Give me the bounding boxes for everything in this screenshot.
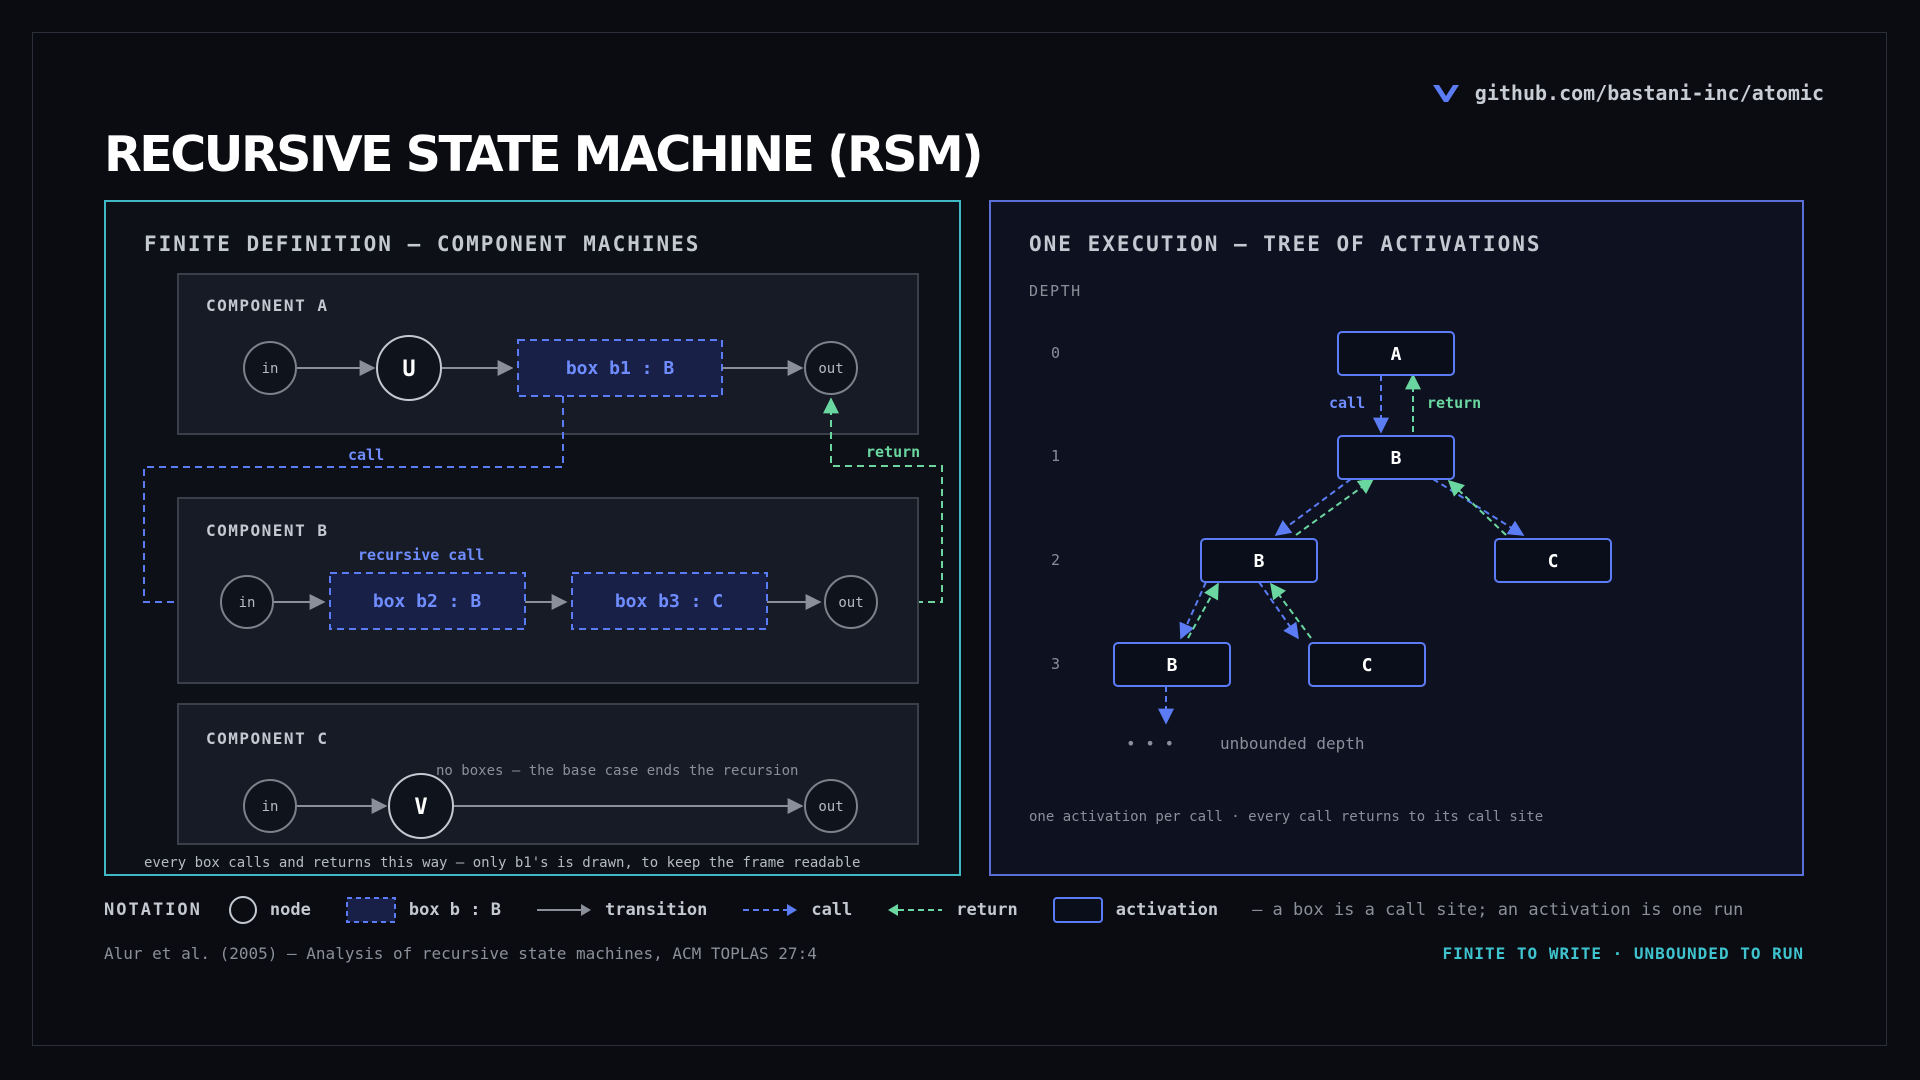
repo-link[interactable]: github.com/bastani-inc/atomic [1431,78,1824,108]
component-b: COMPONENT B recursive call in box b2 : B… [177,497,919,684]
activation-tree-panel: ONE EXECUTION — TREE OF ACTIVATIONS DEPT… [989,200,1804,876]
component-c: COMPONENT C no boxes — the base case end… [177,703,919,845]
component-machines-diagram: COMPONENT A in U box b1 : B out call ret… [143,273,943,871]
node-v-label: V [414,795,427,820]
depth-1: 1 [1051,447,1060,465]
repo-url: github.com/bastani-inc/atomic [1474,81,1824,105]
activation-tree-diagram: DEPTH 0 1 2 3 call return A B B C B C • … [1029,282,1612,825]
notation-legend: NOTATION node box b : B transition call … [104,893,1804,927]
activation-c-depth2: C [1494,538,1612,583]
return-label: return [866,443,920,461]
svg-text:C: C [1548,551,1559,572]
node-legend-icon [228,896,257,924]
component-c-label: COMPONENT C [206,729,328,748]
depth-label: DEPTH [1029,282,1082,300]
call-legend-icon [743,904,798,916]
depth-3: 3 [1051,655,1060,673]
node-c-out-label: out [818,799,843,815]
component-b-label: COMPONENT B [206,521,328,540]
activation-a: A [1337,331,1455,376]
call-label: call [348,446,384,464]
call-edge-b1-b2 [1274,478,1352,536]
depth-2: 2 [1051,551,1060,569]
node-b-out-label: out [838,595,863,611]
activation-b-depth1: B [1337,435,1455,480]
component-machines-panel: FINITE DEFINITION — COMPONENT MACHINES C… [104,200,961,876]
node-b-in-label: in [239,595,256,611]
return-edge-c2-b1 [1447,479,1507,536]
svg-text:C: C [1362,655,1373,676]
notation-note: — a box is a call site; an activation is… [1252,900,1744,920]
base-case-note: no boxes — the base case ends the recurs… [436,763,798,779]
svg-text:B: B [1391,448,1402,469]
left-footnote: every box calls and returns this way — o… [144,855,860,871]
return-legend-icon [888,904,943,916]
svg-text:B: B [1167,655,1178,676]
transition-legend-icon [536,904,591,916]
node-a-out-label: out [818,361,843,377]
activation-b-depth3: B [1113,642,1231,687]
activation-b-depth2: B [1200,538,1318,583]
right-footnote: one activation per call · every call ret… [1029,809,1543,825]
component-a-label: COMPONENT A [206,296,328,315]
return-edge-c3-b2 [1270,582,1312,639]
legend-activation: activation [1052,895,1218,925]
unbounded-label: unbounded depth [1220,734,1365,753]
unbounded-dots: • • • [1126,734,1174,753]
recursive-call-note: recursive call [358,546,484,564]
box-legend-icon [345,897,396,923]
page-title: RECURSIVE STATE MACHINE (RSM) [104,126,984,183]
box-b2-label: box b2 : B [373,591,482,612]
legend-call: call [741,900,852,920]
node-u-label: U [402,357,415,382]
citation: Alur et al. (2005) — Analysis of recursi… [104,944,817,963]
svg-text:B: B [1254,551,1265,572]
logo-icon [1432,84,1459,102]
box-b3-label: box b3 : C [615,591,723,612]
legend-node: node [228,895,311,925]
activation-c-depth3: C [1308,642,1426,687]
call-edge-b2-c3 [1258,581,1299,640]
tree-return-label: return [1427,394,1481,412]
return-edge-b2-b1 [1295,478,1375,536]
depth-0: 0 [1051,344,1060,362]
notation-label: NOTATION [104,900,202,920]
node-c-in-label: in [262,799,279,815]
activation-legend-icon [1052,897,1103,923]
box-b1-label: box b1 : B [566,358,675,379]
legend-transition: transition [535,900,707,920]
node-a-in-label: in [262,361,279,377]
tree-call-label: call [1329,394,1365,412]
tagline: FINITE TO WRITE · UNBOUNDED TO RUN [1442,944,1804,963]
svg-text:A: A [1391,344,1402,365]
call-edge-b1-c2 [1432,478,1525,536]
component-a: COMPONENT A in U box b1 : B out [177,273,919,435]
legend-return: return [886,900,1018,920]
legend-box: box b : B [345,895,501,925]
